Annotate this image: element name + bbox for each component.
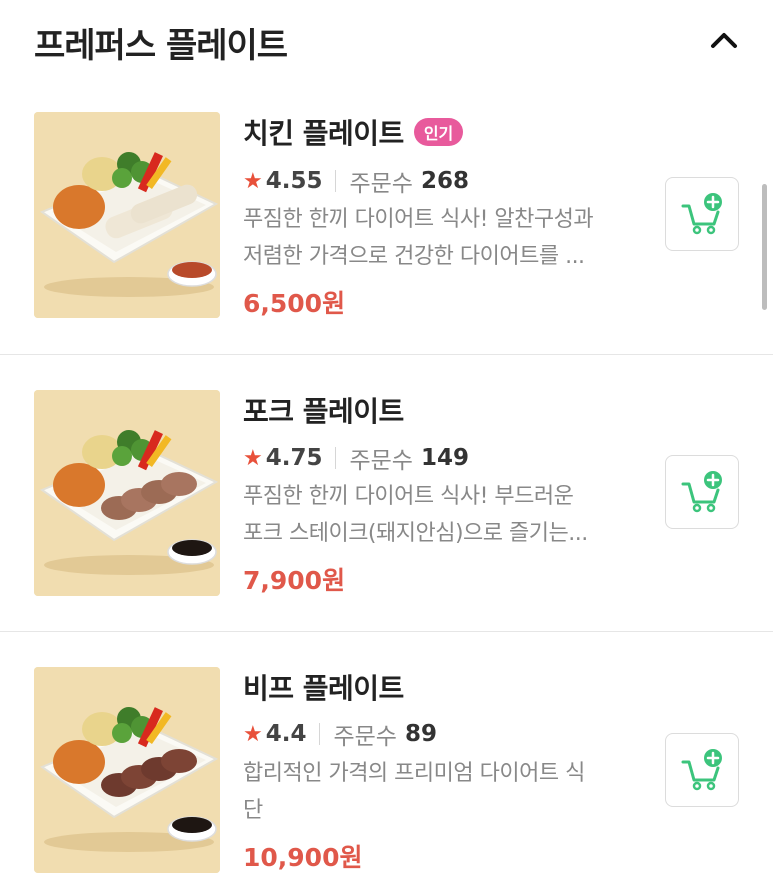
collapse-button[interactable]: [704, 22, 744, 58]
cart-add-icon: [681, 749, 722, 791]
product-item-beef[interactable]: 비프 플레이트 ★ 4.4 주문수 89 합리적인 가격의 프리미엄 다이어트 …: [0, 632, 773, 895]
meta-divider: [319, 723, 321, 745]
description-line: 합리적인 가격의 프리미엄 다이어트 식: [243, 761, 585, 786]
product-item-chicken[interactable]: 치킨 플레이트 인기 ★ 4.55 주문수 268 푸짐한 한끼 다이어트 식사…: [0, 78, 773, 355]
product-meta: ★ 4.75 주문수 149: [243, 441, 469, 475]
beef-plate-photo[interactable]: [34, 667, 220, 873]
star-icon: ★: [243, 445, 263, 471]
rating-value: 4.55: [265, 168, 323, 194]
product-description: 합리적인 가격의 프리미엄 다이어트 식 단: [243, 755, 643, 829]
orders-label: 주문수: [349, 171, 413, 197]
add-to-cart-button[interactable]: [665, 733, 739, 807]
section-header: 프레퍼스 플레이트: [0, 0, 773, 80]
product-description: 푸짐한 한끼 다이어트 식사! 부드러운 포크 스테이크(돼지안심)으로 즐기는…: [243, 478, 643, 552]
scrollbar[interactable]: [762, 184, 767, 310]
description-line: 포크 스테이크(돼지안심)으로 즐기는...: [243, 521, 588, 546]
chevron-up-icon: [711, 33, 737, 48]
description-line: 저렴한 가격으로 건강한 다이어트를 ...: [243, 244, 585, 269]
product-name-row: 포크 플레이트: [243, 390, 404, 430]
product-description: 푸짐한 한끼 다이어트 식사! 알찬구성과 저렴한 가격으로 건강한 다이어트를…: [243, 201, 643, 275]
product-meta: ★ 4.55 주문수 268: [243, 164, 469, 198]
product-item-pork[interactable]: 포크 플레이트 ★ 4.75 주문수 149 푸짐한 한끼 다이어트 식사! 부…: [0, 355, 773, 632]
orders-count: 89: [404, 721, 437, 747]
product-name-row: 치킨 플레이트 인기: [243, 112, 464, 152]
rating-value: 4.75: [265, 445, 323, 471]
product-price: 7,900원: [243, 566, 346, 595]
star-icon: ★: [243, 721, 263, 747]
popular-badge: 인기: [413, 118, 464, 146]
meta-divider: [335, 447, 337, 469]
add-to-cart-button[interactable]: [665, 177, 739, 251]
section-title: 프레퍼스 플레이트: [34, 26, 288, 66]
product-name[interactable]: 비프 플레이트: [243, 667, 404, 707]
orders-count: 149: [420, 445, 469, 471]
orders-label: 주문수: [349, 448, 413, 474]
description-line: 푸짐한 한끼 다이어트 식사! 알찬구성과: [243, 207, 594, 232]
description-line: 푸짐한 한끼 다이어트 식사! 부드러운: [243, 484, 574, 509]
orders-label: 주문수: [333, 724, 397, 750]
star-icon: ★: [243, 168, 263, 194]
rating-value: 4.4: [265, 721, 307, 747]
product-name[interactable]: 포크 플레이트: [243, 390, 404, 430]
product-name-row: 비프 플레이트: [243, 667, 404, 707]
product-price: 6,500원: [243, 289, 346, 318]
product-meta: ★ 4.4 주문수 89: [243, 717, 437, 751]
cart-add-icon: [681, 193, 722, 235]
description-line: 단: [243, 798, 263, 823]
product-name[interactable]: 치킨 플레이트: [243, 112, 404, 152]
add-to-cart-button[interactable]: [665, 455, 739, 529]
cart-add-icon: [681, 471, 722, 513]
meta-divider: [335, 170, 337, 192]
pork-plate-photo[interactable]: [34, 390, 220, 596]
product-price: 10,900원: [243, 843, 363, 872]
orders-count: 268: [420, 168, 469, 194]
chicken-plate-photo[interactable]: [34, 112, 220, 318]
